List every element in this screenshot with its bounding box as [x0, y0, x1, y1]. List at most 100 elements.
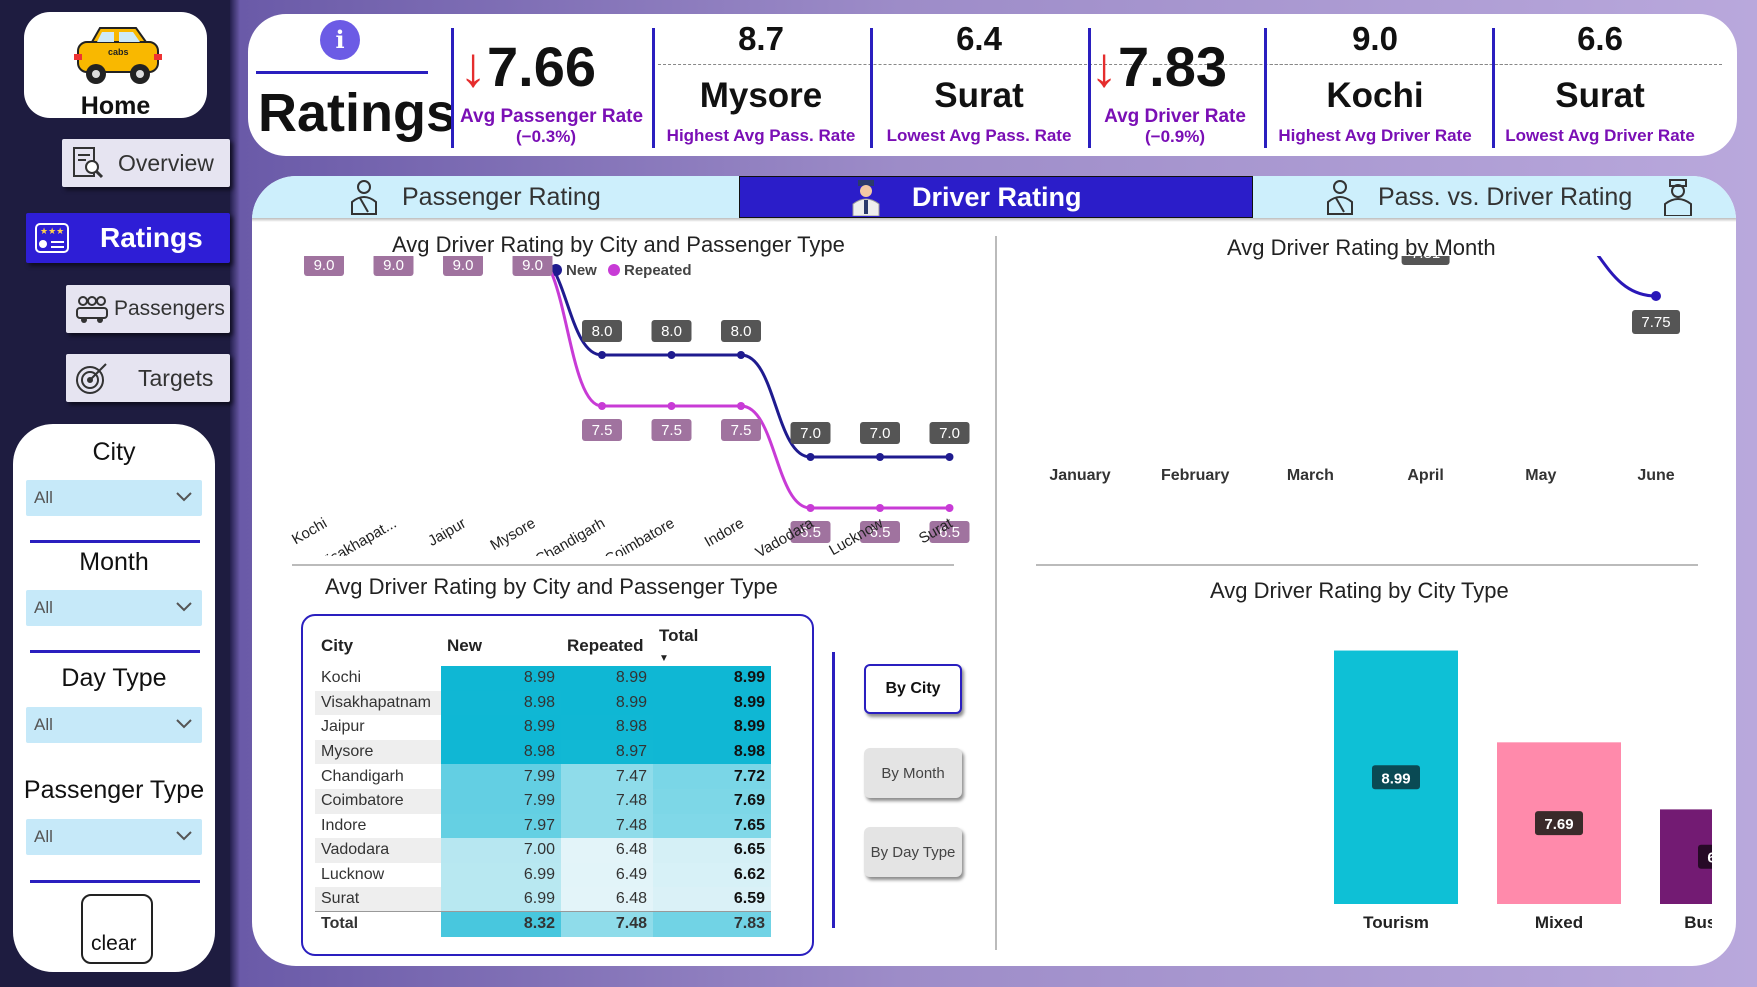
table-cell: 7.48 [561, 813, 653, 839]
nav-overview-label: Overview [118, 149, 214, 176]
driver-icon [1664, 179, 1693, 216]
x-tick-label: June [1637, 467, 1674, 484]
x-tick-label: March [1287, 467, 1334, 484]
filter-month-select[interactable]: All [26, 590, 202, 626]
data-label: 7.81 [1411, 256, 1440, 262]
filter-daytype-select[interactable]: All [26, 707, 202, 743]
clear-filters-button[interactable]: clear [81, 894, 153, 964]
x-tick-label: April [1407, 467, 1443, 484]
filter-daytype-value: All [34, 715, 53, 734]
kpi-high-pass-label: Highest Avg Pass. Rate [666, 126, 856, 145]
filter-city-select[interactable]: All [26, 480, 202, 516]
table-row[interactable]: Lucknow 6.99 6.49 6.62 [315, 862, 771, 888]
tab-passenger-rating-label: Passenger Rating [402, 182, 601, 211]
table-cell: 6.99 [441, 887, 561, 912]
table-cell: 8.98 [653, 739, 771, 765]
table-cell: 8.98 [441, 690, 561, 716]
tab-driver-rating[interactable]: Driver Rating [739, 176, 1253, 218]
x-tick-label: Visakhapat... [316, 515, 399, 556]
data-label: 8.0 [592, 323, 613, 340]
filter-panel: City All Month All Day Type All Passenge… [13, 424, 215, 972]
table-cell: 8.99 [441, 715, 561, 740]
table-cell: 8.99 [653, 666, 771, 691]
table-cell: 6.99 [441, 862, 561, 888]
chevron-down-icon [176, 602, 192, 612]
view-by-city-button[interactable]: By City [864, 664, 962, 714]
nav-overview[interactable]: Overview [62, 139, 230, 187]
table-cell: 8.98 [561, 715, 653, 740]
table-cell: 7.69 [653, 788, 771, 814]
chevron-down-icon [176, 492, 192, 502]
col-header-total[interactable]: Total ▼ [653, 626, 771, 666]
data-label: 6.74 [1707, 850, 1712, 867]
filter-city-value: All [34, 488, 53, 507]
svg-text:★★★: ★★★ [40, 226, 64, 236]
data-label: 9.0 [314, 257, 335, 274]
series-line-repeated [537, 256, 950, 510]
table-total-cell: 8.32 [441, 911, 561, 937]
main-panel: Passenger Rating Driver Rating Pass. vs.… [252, 176, 1736, 966]
table-total-cell: 7.83 [653, 911, 771, 937]
chart-citytype-title: Avg Driver Rating by City Type [1210, 578, 1509, 603]
table-row[interactable]: Visakhapatnam 8.98 8.99 8.99 [315, 690, 771, 716]
x-tick-label: Jaipur [425, 515, 469, 550]
table-row[interactable]: Surat 6.99 6.48 6.59 [315, 887, 771, 912]
col-header-city[interactable]: City [315, 626, 441, 666]
data-point [945, 504, 954, 512]
table-row[interactable]: Chandigarh 7.99 7.47 7.72 [315, 764, 771, 789]
kpi-avg-passenger-value: ↓7.66 [459, 35, 596, 98]
col-header-new[interactable]: New [441, 626, 561, 666]
info-icon[interactable]: i [320, 20, 360, 60]
nav-passengers[interactable]: Passengers [66, 285, 230, 333]
data-point [667, 402, 676, 410]
tab-passenger-rating[interactable]: Passenger Rating [348, 176, 758, 218]
table-row[interactable]: Jaipur 8.99 8.98 8.99 [315, 715, 771, 740]
table-cell: 7.65 [653, 813, 771, 839]
table-total-cell: Total [315, 911, 441, 937]
table-cell: 8.98 [441, 739, 561, 765]
table-cell: 6.48 [561, 887, 653, 912]
data-point [598, 351, 606, 359]
filter-passengertype-value: All [34, 827, 53, 846]
table-cell: 8.99 [653, 690, 771, 716]
filter-passengertype-select[interactable]: All [26, 819, 202, 855]
data-point [806, 504, 815, 512]
data-point [598, 402, 606, 410]
table-cell: Vadodara [315, 838, 441, 863]
table-cell: 8.99 [441, 666, 561, 691]
nav-targets[interactable]: Targets [66, 354, 230, 402]
filter-month-value: All [34, 598, 53, 617]
view-by-daytype-button[interactable]: By Day Type [864, 827, 962, 877]
table-cell: 6.49 [561, 862, 653, 888]
table-cell: 8.99 [561, 666, 653, 691]
table-row[interactable]: Kochi 8.99 8.99 8.99 [315, 666, 771, 691]
tab-pass-vs-driver[interactable]: Pass. vs. Driver Rating [1294, 176, 1714, 218]
kpi-dashed-line [1270, 64, 1722, 65]
kpi-high-driver-value: 9.0 [1352, 20, 1398, 57]
driver-icon [852, 180, 880, 216]
nav-passengers-label: Passengers [114, 297, 225, 320]
data-label: 7.69 [1544, 816, 1573, 833]
kpi-avg-driver-change: (−0.9%) [1145, 127, 1205, 146]
nav-ratings[interactable]: ★★★ Ratings [26, 213, 230, 263]
passenger-icon [351, 180, 377, 215]
filter-city-title: City [92, 438, 136, 466]
kpi-high-pass-value: 8.7 [738, 20, 784, 57]
table-row[interactable]: Indore 7.97 7.48 7.65 [315, 813, 771, 839]
filter-daytype-title: Day Type [61, 664, 167, 692]
sort-desc-icon: ▼ [659, 653, 669, 664]
page-title: Ratings [258, 83, 457, 143]
data-point [945, 453, 954, 461]
col-header-repeated[interactable]: Repeated [561, 626, 653, 666]
table-cell: 6.65 [653, 838, 771, 863]
table-row[interactable]: Coimbatore 7.99 7.48 7.69 [315, 788, 771, 814]
legend-new-label: New [566, 262, 597, 279]
table-row[interactable]: Mysore 8.98 8.97 8.98 [315, 739, 771, 765]
view-by-month-button[interactable]: By Month [864, 748, 962, 798]
table-row[interactable]: Vadodara 7.00 6.48 6.65 [315, 838, 771, 863]
table-cell: 8.99 [561, 690, 653, 716]
home-button[interactable]: cabs Home [24, 12, 207, 120]
kpi-high-pass-city: Mysore [699, 76, 823, 115]
x-tick-label: Mixed [1535, 913, 1583, 932]
x-tick-label: Indore [702, 515, 747, 551]
